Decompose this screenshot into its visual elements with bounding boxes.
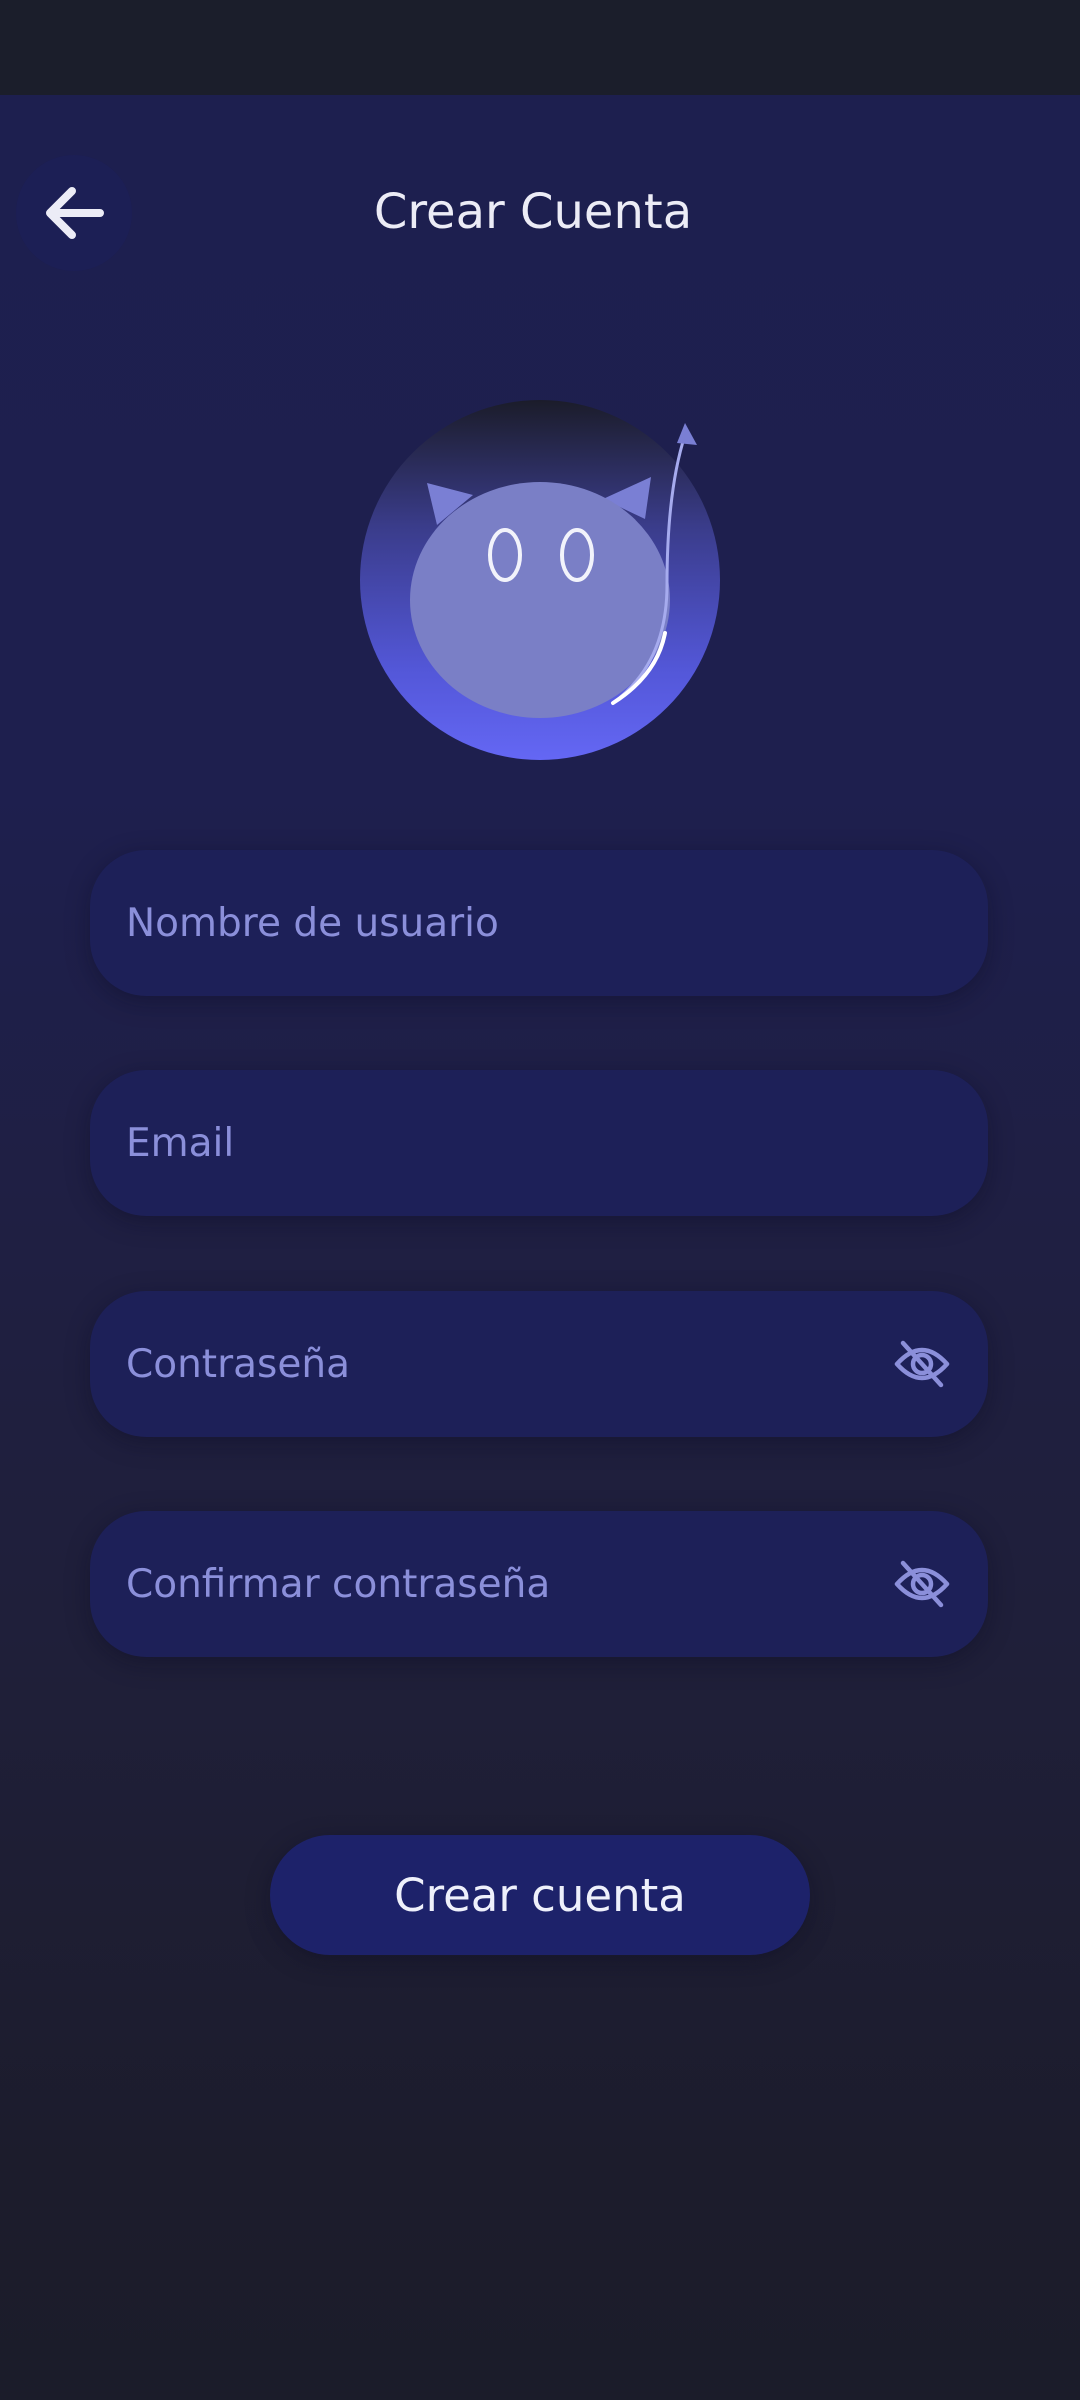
email-field[interactable] <box>90 1070 988 1216</box>
register-screen: Crear Cuenta Nombre de usuario Email Cre… <box>0 95 1080 2400</box>
confirm-password-visibility-toggle[interactable] <box>872 1511 972 1657</box>
eye-off-icon <box>894 1340 950 1388</box>
password-field[interactable] <box>90 1291 988 1437</box>
email-input[interactable] <box>90 1070 988 1216</box>
username-input[interactable] <box>90 850 988 996</box>
create-account-button[interactable]: Crear cuenta <box>270 1835 810 1955</box>
eye-off-icon <box>894 1560 950 1608</box>
confirm-password-field[interactable] <box>90 1511 988 1657</box>
username-field[interactable] <box>90 850 988 996</box>
password-visibility-toggle[interactable] <box>872 1291 972 1437</box>
avatar <box>355 395 725 765</box>
status-bar <box>0 0 1080 95</box>
password-input[interactable] <box>90 1291 872 1437</box>
devil-cat-mascot-icon <box>360 400 720 760</box>
page-title: Crear Cuenta <box>373 184 693 240</box>
confirm-password-input[interactable] <box>90 1511 872 1657</box>
